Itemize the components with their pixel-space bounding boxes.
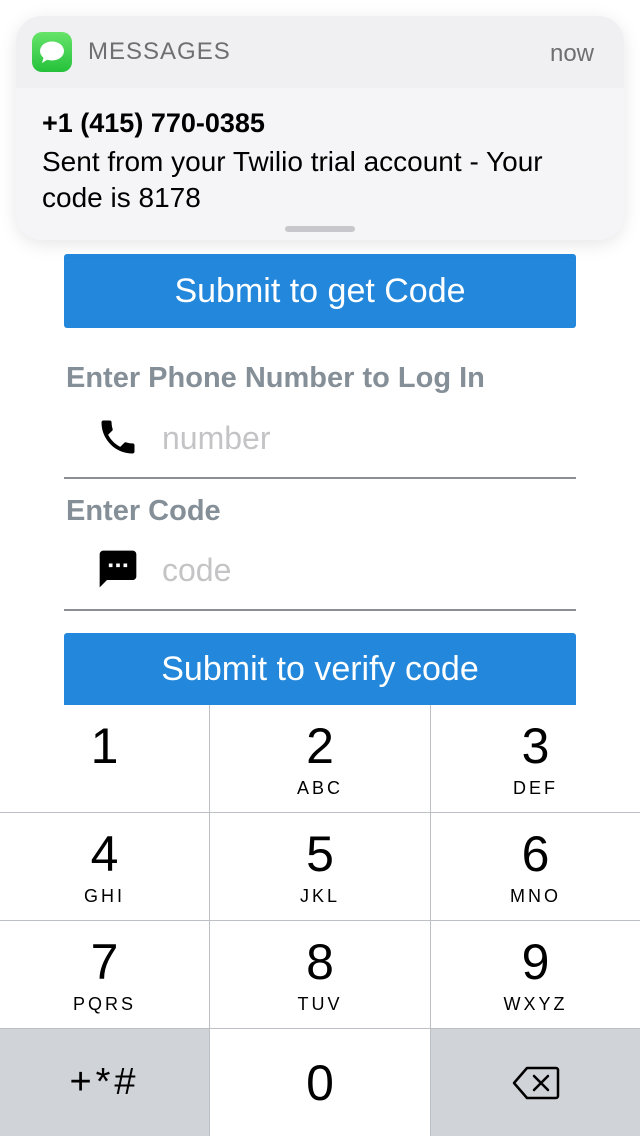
key-digit: 9 (521, 933, 550, 990)
key-letters: JKL (299, 885, 341, 906)
notification-app-name: MESSAGES (88, 38, 231, 65)
key-letters: PQRS (72, 993, 136, 1014)
key-digit: 4 (90, 825, 119, 882)
key-symbols[interactable]: +*# (0, 1029, 209, 1136)
key-delete[interactable] (431, 1029, 640, 1136)
key-1[interactable]: 1 (0, 705, 209, 812)
notification-body: Sent from your Twilio trial account - Yo… (42, 146, 543, 213)
key-digit: 8 (306, 933, 334, 990)
submit-verify-code-button[interactable]: Submit to verify code (64, 633, 576, 705)
key-digit: 5 (306, 825, 334, 882)
phone-icon (101, 420, 135, 454)
code-field-label: Enter Code (66, 495, 221, 527)
notification-sender: +1 (415) 770-0385 (42, 108, 265, 138)
code-field-row (64, 541, 576, 611)
submit-get-code-button[interactable]: Submit to get Code (64, 254, 576, 328)
key-2[interactable]: 2 ABC (210, 705, 430, 812)
key-digit: 6 (521, 825, 550, 882)
phone-number-input[interactable] (162, 415, 562, 461)
key-letters: WXYZ (503, 993, 568, 1014)
notification-grabber[interactable] (285, 226, 355, 232)
code-input[interactable] (162, 547, 562, 593)
key-3[interactable]: 3 DEF (431, 705, 640, 812)
key-digit: 7 (90, 933, 119, 990)
key-digit: 3 (521, 717, 550, 774)
sms-icon (99, 550, 137, 588)
messages-app-icon (32, 32, 72, 72)
key-9[interactable]: 9 WXYZ (431, 921, 640, 1028)
key-digit: 0 (306, 1054, 334, 1111)
numeric-keypad: 1 2 ABC 3 DEF 4 GHI 5 JKL 6 MNO 7 PQRS 8 (0, 705, 640, 1136)
key-6[interactable]: 6 MNO (431, 813, 640, 920)
key-letters: ABC (296, 777, 343, 798)
key-0[interactable]: 0 (210, 1029, 430, 1136)
key-8[interactable]: 8 TUV (210, 921, 430, 1028)
key-5[interactable]: 5 JKL (210, 813, 430, 920)
key-digit: 1 (90, 717, 119, 774)
notification-time: now (549, 40, 594, 67)
key-letters: TUV (297, 993, 343, 1014)
backspace-icon (512, 1066, 559, 1099)
key-7[interactable]: 7 PQRS (0, 921, 209, 1028)
screen: Submit to get Code Enter Phone Number to… (0, 0, 640, 1136)
phone-field-row (64, 409, 576, 479)
symbols-label: +*# (69, 1061, 140, 1103)
message-notification[interactable]: MESSAGES now +1 (415) 770-0385 Sent from… (16, 16, 624, 240)
key-letters: GHI (83, 885, 125, 906)
phone-field-label: Enter Phone Number to Log In (66, 362, 485, 394)
key-letters: MNO (510, 885, 561, 906)
key-digit: 2 (306, 717, 334, 774)
key-4[interactable]: 4 GHI (0, 813, 209, 920)
notification-header: MESSAGES now (16, 16, 624, 88)
key-letters: DEF (513, 777, 558, 798)
